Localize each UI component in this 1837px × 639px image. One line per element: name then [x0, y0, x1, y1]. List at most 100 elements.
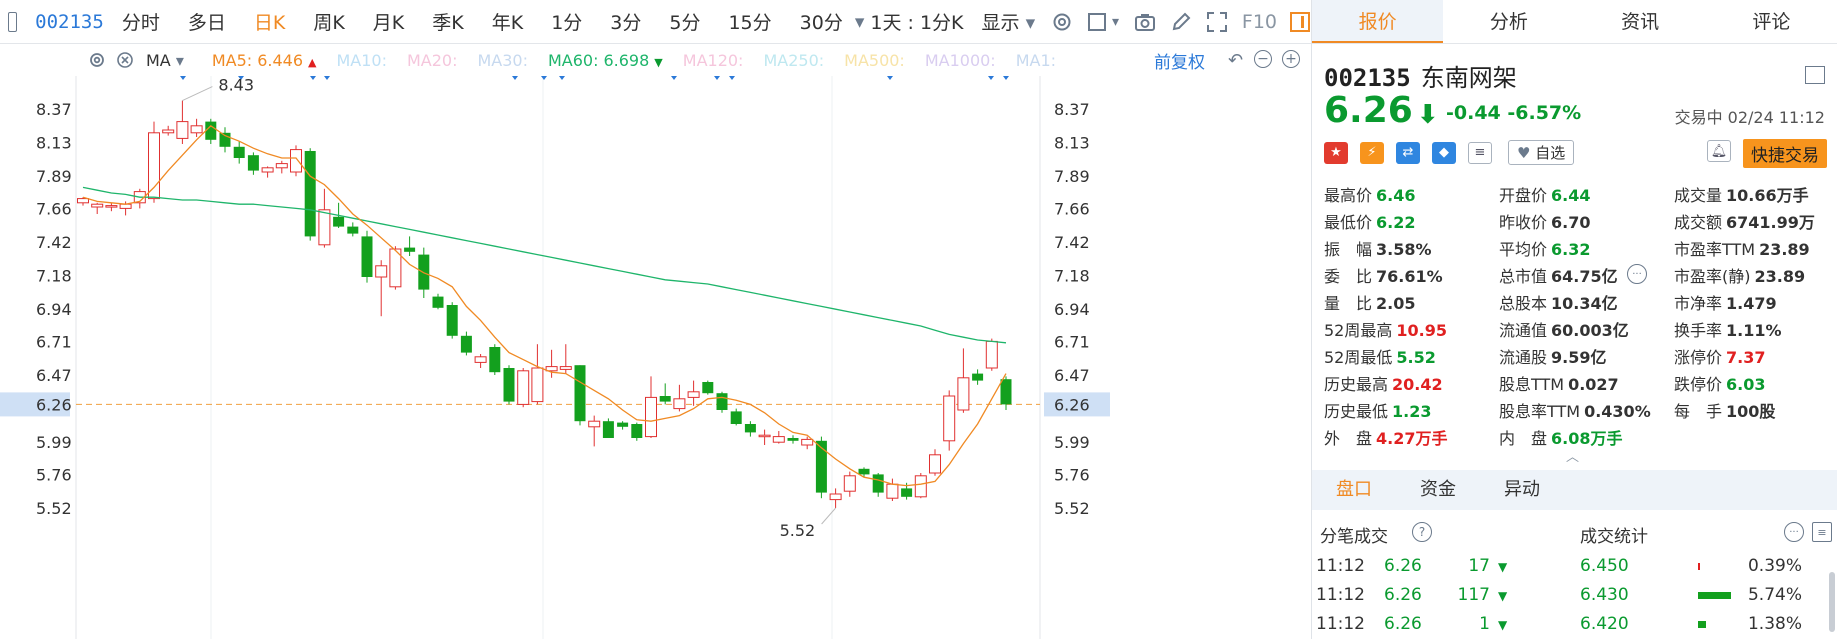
candle[interactable]: [361, 230, 373, 283]
candle[interactable]: [133, 188, 146, 209]
bell-icon[interactable]: 🔔︎: [1707, 140, 1731, 162]
candle[interactable]: [545, 349, 558, 378]
candle[interactable]: [247, 152, 259, 175]
document-icon[interactable]: ≡: [1468, 141, 1492, 164]
layout-icon[interactable]: [1087, 11, 1107, 33]
ma-item-7[interactable]: MA500:: [844, 51, 905, 70]
period-tab-10[interactable]: 15分: [728, 8, 771, 35]
candle[interactable]: [758, 429, 771, 445]
period-tab-2[interactable]: 日K: [254, 8, 285, 35]
period-tab-11[interactable]: 30分: [800, 8, 843, 35]
candle[interactable]: [843, 471, 856, 497]
zoom-out-icon[interactable]: −: [1254, 50, 1272, 68]
ma-item-2[interactable]: MA20:: [407, 51, 458, 70]
candle[interactable]: [957, 348, 970, 413]
candle[interactable]: [446, 302, 458, 339]
camera-icon[interactable]: [1134, 11, 1156, 33]
tag-icon[interactable]: ◆: [1432, 141, 1456, 164]
candle[interactable]: [347, 222, 359, 237]
more-options-icon[interactable]: ···: [1784, 522, 1804, 542]
candle[interactable]: [687, 380, 700, 406]
more-icon[interactable]: ···: [1627, 264, 1647, 284]
sidebar-toggle-icon[interactable]: [8, 11, 18, 32]
candle[interactable]: [275, 160, 288, 174]
quote-tab-1[interactable]: 分析: [1443, 0, 1574, 43]
event-marker[interactable]: [714, 76, 720, 80]
quote-tab-3[interactable]: 评论: [1706, 0, 1837, 43]
candle[interactable]: [503, 365, 515, 405]
candle[interactable]: [460, 331, 472, 356]
candle[interactable]: [176, 100, 189, 144]
period-tab-8[interactable]: 3分: [610, 8, 641, 35]
ma-settings-icon[interactable]: [88, 51, 106, 69]
quote-tab-0[interactable]: 报价: [1312, 0, 1444, 43]
candle[interactable]: [531, 344, 544, 405]
candle[interactable]: [744, 421, 756, 437]
scrollbar[interactable]: [1829, 572, 1835, 632]
detail-tab-1[interactable]: 资金: [1396, 470, 1480, 510]
add-watchlist-button[interactable]: ♥ 自选: [1508, 140, 1575, 165]
candle[interactable]: [659, 383, 671, 405]
candle[interactable]: [872, 473, 884, 497]
ma-item-9[interactable]: MA1:: [1016, 51, 1056, 70]
event-marker[interactable]: [559, 76, 565, 80]
candle[interactable]: [304, 148, 316, 241]
candle[interactable]: [162, 125, 175, 136]
candle[interactable]: [972, 369, 984, 385]
ma-item-8[interactable]: MA1000:: [925, 51, 996, 70]
period-tab-5[interactable]: 季K: [432, 8, 463, 35]
candle[interactable]: [929, 449, 941, 476]
candle[interactable]: [617, 421, 629, 430]
ma-item-3[interactable]: MA30:: [477, 51, 528, 70]
display-menu[interactable]: 显示 ▾: [982, 8, 1036, 35]
candle[interactable]: [574, 365, 586, 426]
collapse-icon[interactable]: [1805, 66, 1825, 84]
event-marker[interactable]: [887, 76, 893, 80]
f10-button[interactable]: F10: [1242, 11, 1277, 33]
candle[interactable]: [190, 118, 203, 137]
candle[interactable]: [205, 118, 217, 144]
event-marker[interactable]: [180, 76, 186, 80]
period-tab-1[interactable]: 多日: [188, 8, 226, 35]
candle[interactable]: [105, 202, 118, 212]
china-flag-icon[interactable]: ★: [1324, 141, 1348, 164]
candle[interactable]: [716, 391, 728, 413]
period-tab-0[interactable]: 分时: [122, 8, 160, 35]
candle[interactable]: [631, 422, 643, 441]
candle[interactable]: [815, 436, 827, 499]
event-marker[interactable]: [310, 76, 316, 80]
candle[interactable]: [432, 293, 444, 310]
period-tab-3[interactable]: 周K: [313, 8, 344, 35]
ma-item-6[interactable]: MA250:: [763, 51, 824, 70]
candle[interactable]: [588, 415, 601, 447]
candle[interactable]: [389, 246, 402, 290]
candle[interactable]: [858, 467, 870, 478]
candle[interactable]: [404, 236, 416, 256]
candle[interactable]: [645, 376, 657, 438]
candle[interactable]: [602, 418, 614, 438]
panel-toggle-icon[interactable]: [1289, 11, 1311, 33]
candle[interactable]: [730, 408, 742, 426]
adjust-button[interactable]: 前复权: [1154, 48, 1205, 73]
expand-up-icon[interactable]: ︿: [1566, 446, 1579, 465]
event-marker[interactable]: [541, 76, 547, 80]
fullscreen-icon[interactable]: [1206, 11, 1228, 33]
candle[interactable]: [517, 368, 530, 408]
ma-item-0[interactable]: MA5: 6.446 ▲: [212, 51, 317, 70]
period-tab-9[interactable]: 5分: [669, 8, 700, 35]
ma-item-4[interactable]: MA60: 6.698 ▼: [548, 51, 663, 70]
candle[interactable]: [318, 188, 331, 248]
candle[interactable]: [489, 344, 501, 375]
candle[interactable]: [375, 260, 388, 317]
candle[interactable]: [702, 380, 714, 395]
lightning-icon[interactable]: ⚡: [1360, 141, 1384, 164]
event-marker[interactable]: [671, 76, 677, 80]
candle[interactable]: [91, 202, 104, 214]
candle[interactable]: [559, 344, 572, 374]
candlestick-chart[interactable]: 8.37 8.37 8.13 8.13 7.89 7.89 7.66 7.66 7.42 7.42…: [0, 76, 1311, 639]
candle[interactable]: [474, 354, 487, 368]
period-select[interactable]: ▾: [855, 11, 865, 33]
quote-tab-2[interactable]: 资讯: [1575, 0, 1706, 43]
event-marker[interactable]: [1003, 76, 1009, 80]
undo-icon[interactable]: ↶: [1228, 50, 1243, 71]
